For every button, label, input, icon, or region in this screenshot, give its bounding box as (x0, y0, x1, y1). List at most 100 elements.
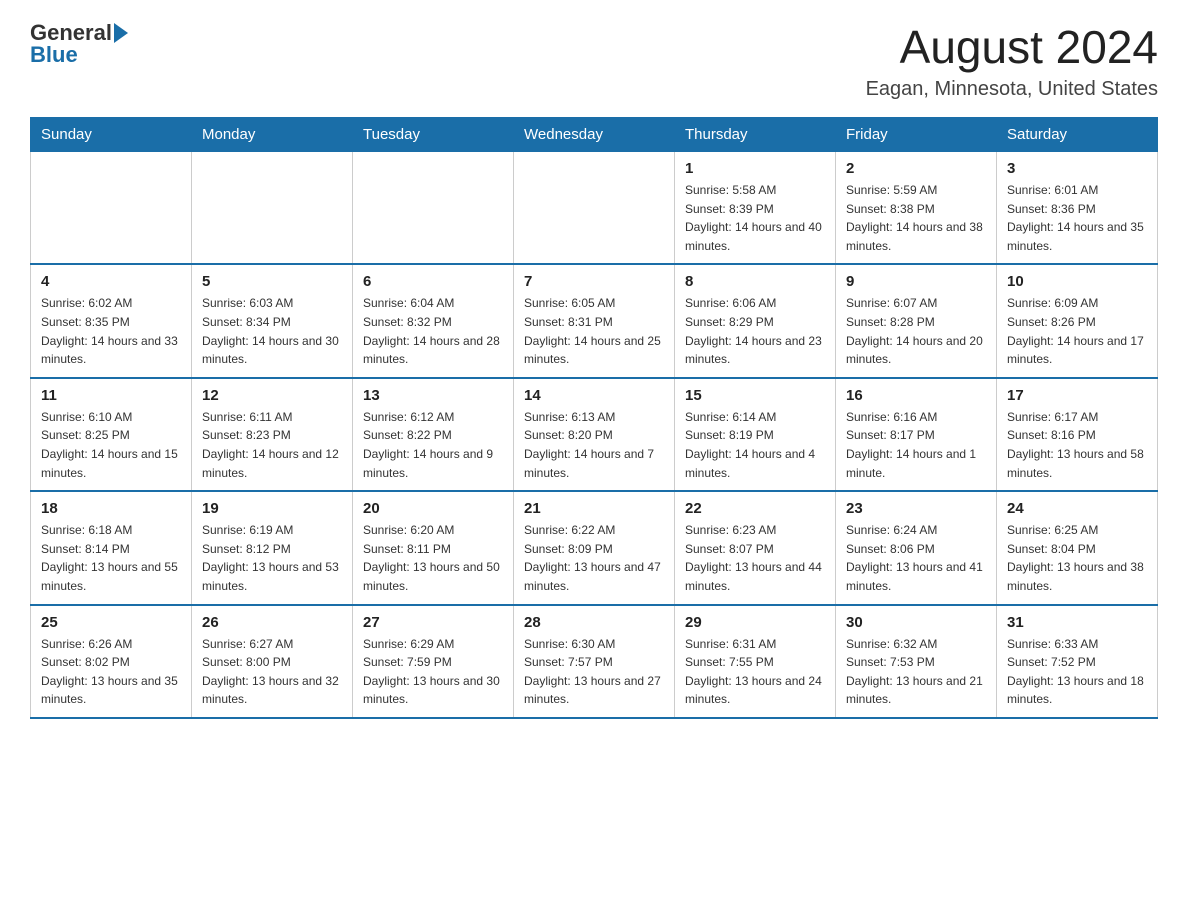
day-number: 25 (41, 614, 181, 631)
day-info: Sunrise: 6:06 AM Sunset: 8:29 PM Dayligh… (685, 294, 825, 368)
location-subtitle: Eagan, Minnesota, United States (866, 78, 1158, 101)
day-info: Sunrise: 6:14 AM Sunset: 8:19 PM Dayligh… (685, 408, 825, 482)
day-info: Sunrise: 6:09 AM Sunset: 8:26 PM Dayligh… (1007, 294, 1147, 368)
page-header: General Blue August 2024 Eagan, Minnesot… (30, 20, 1158, 101)
day-number: 6 (363, 273, 503, 290)
calendar-day-cell: 2Sunrise: 5:59 AM Sunset: 8:38 PM Daylig… (836, 152, 997, 265)
logo-arrow-icon (114, 23, 128, 43)
day-info: Sunrise: 6:29 AM Sunset: 7:59 PM Dayligh… (363, 635, 503, 709)
day-info: Sunrise: 6:13 AM Sunset: 8:20 PM Dayligh… (524, 408, 664, 482)
day-number: 1 (685, 160, 825, 177)
day-of-week-header: Thursday (675, 118, 836, 152)
calendar-day-cell: 30 Sunrise: 6:32 AM Sunset: 7:53 PM Dayli… (836, 605, 997, 718)
day-number: 31 (1007, 614, 1147, 631)
day-info: Sunrise: 6:30 AM Sunset: 7:57 PM Dayligh… (524, 635, 664, 709)
calendar-day-cell: 23Sunrise: 6:24 AM Sunset: 8:06 PM Dayli… (836, 491, 997, 604)
day-info: Sunrise: 6:02 AM Sunset: 8:35 PM Dayligh… (41, 294, 181, 368)
calendar-header-row: SundayMondayTuesdayWednesdayThursdayFrid… (31, 118, 1158, 152)
calendar-week-row: 11Sunrise: 6:10 AM Sunset: 8:25 PM Dayli… (31, 378, 1158, 491)
day-info: Sunrise: 6:33 AM Sunset: 7:52 PM Dayligh… (1007, 635, 1147, 709)
calendar-day-cell: 24Sunrise: 6:25 AM Sunset: 8:04 PM Dayli… (997, 491, 1158, 604)
day-info: Sunrise: 6:19 AM Sunset: 8:12 PM Dayligh… (202, 521, 342, 595)
calendar-day-cell: 26 Sunrise: 6:27 AM Sunset: 8:00 PM Dayli… (192, 605, 353, 718)
calendar-day-cell: 5 Sunrise: 6:03 AM Sunset: 8:34 PM Daylig… (192, 264, 353, 377)
calendar-day-cell: 17 Sunrise: 6:17 AM Sunset: 8:16 PM Dayli… (997, 378, 1158, 491)
day-number: 23 (846, 500, 986, 517)
calendar-day-cell: 4 Sunrise: 6:02 AM Sunset: 8:35 PM Daylig… (31, 264, 192, 377)
day-number: 7 (524, 273, 664, 290)
title-block: August 2024 Eagan, Minnesota, United Sta… (866, 20, 1158, 101)
calendar-week-row: 1 Sunrise: 5:58 AM Sunset: 8:39 PM Daylig… (31, 152, 1158, 265)
calendar-day-cell: 6 Sunrise: 6:04 AM Sunset: 8:32 PM Daylig… (353, 264, 514, 377)
day-info: Sunrise: 6:17 AM Sunset: 8:16 PM Dayligh… (1007, 408, 1147, 482)
day-number: 18 (41, 500, 181, 517)
calendar-day-cell: 9 Sunrise: 6:07 AM Sunset: 8:28 PM Daylig… (836, 264, 997, 377)
calendar-week-row: 25Sunrise: 6:26 AM Sunset: 8:02 PM Dayli… (31, 605, 1158, 718)
calendar-day-cell: 22 Sunrise: 6:23 AM Sunset: 8:07 PM Dayli… (675, 491, 836, 604)
calendar-week-row: 4 Sunrise: 6:02 AM Sunset: 8:35 PM Daylig… (31, 264, 1158, 377)
calendar-week-row: 18Sunrise: 6:18 AM Sunset: 8:14 PM Dayli… (31, 491, 1158, 604)
day-info: Sunrise: 6:16 AM Sunset: 8:17 PM Dayligh… (846, 408, 986, 482)
day-number: 14 (524, 387, 664, 404)
day-number: 13 (363, 387, 503, 404)
logo-blue-text: Blue (30, 42, 78, 68)
calendar-day-cell: 21 Sunrise: 6:22 AM Sunset: 8:09 PM Dayli… (514, 491, 675, 604)
day-info: Sunrise: 6:27 AM Sunset: 8:00 PM Dayligh… (202, 635, 342, 709)
day-number: 28 (524, 614, 664, 631)
day-info: Sunrise: 6:23 AM Sunset: 8:07 PM Dayligh… (685, 521, 825, 595)
day-info: Sunrise: 6:10 AM Sunset: 8:25 PM Dayligh… (41, 408, 181, 482)
day-of-week-header: Tuesday (353, 118, 514, 152)
day-info: Sunrise: 6:04 AM Sunset: 8:32 PM Dayligh… (363, 294, 503, 368)
day-number: 9 (846, 273, 986, 290)
month-year-title: August 2024 (866, 20, 1158, 74)
day-of-week-header: Friday (836, 118, 997, 152)
day-number: 10 (1007, 273, 1147, 290)
day-number: 20 (363, 500, 503, 517)
calendar-day-cell: 8 Sunrise: 6:06 AM Sunset: 8:29 PM Daylig… (675, 264, 836, 377)
calendar-day-cell: 14 Sunrise: 6:13 AM Sunset: 8:20 PM Dayli… (514, 378, 675, 491)
day-number: 27 (363, 614, 503, 631)
day-info: Sunrise: 6:12 AM Sunset: 8:22 PM Dayligh… (363, 408, 503, 482)
day-number: 29 (685, 614, 825, 631)
calendar-day-cell: 25Sunrise: 6:26 AM Sunset: 8:02 PM Dayli… (31, 605, 192, 718)
calendar-day-cell (514, 152, 675, 265)
day-number: 2 (846, 160, 986, 177)
day-info: Sunrise: 6:11 AM Sunset: 8:23 PM Dayligh… (202, 408, 342, 482)
calendar-day-cell (31, 152, 192, 265)
calendar-day-cell: 27 Sunrise: 6:29 AM Sunset: 7:59 PM Dayli… (353, 605, 514, 718)
calendar-day-cell: 12 Sunrise: 6:11 AM Sunset: 8:23 PM Dayli… (192, 378, 353, 491)
day-of-week-header: Wednesday (514, 118, 675, 152)
day-number: 17 (1007, 387, 1147, 404)
day-number: 4 (41, 273, 181, 290)
day-number: 26 (202, 614, 342, 631)
day-number: 30 (846, 614, 986, 631)
day-info: Sunrise: 6:03 AM Sunset: 8:34 PM Dayligh… (202, 294, 342, 368)
day-info: Sunrise: 6:32 AM Sunset: 7:53 PM Dayligh… (846, 635, 986, 709)
calendar-table: SundayMondayTuesdayWednesdayThursdayFrid… (30, 117, 1158, 719)
day-info: Sunrise: 6:31 AM Sunset: 7:55 PM Dayligh… (685, 635, 825, 709)
calendar-day-cell: 10 Sunrise: 6:09 AM Sunset: 8:26 PM Dayli… (997, 264, 1158, 377)
calendar-day-cell: 11Sunrise: 6:10 AM Sunset: 8:25 PM Dayli… (31, 378, 192, 491)
day-number: 16 (846, 387, 986, 404)
day-number: 8 (685, 273, 825, 290)
calendar-day-cell: 16 Sunrise: 6:16 AM Sunset: 8:17 PM Dayli… (836, 378, 997, 491)
calendar-day-cell: 7 Sunrise: 6:05 AM Sunset: 8:31 PM Daylig… (514, 264, 675, 377)
day-info: Sunrise: 6:25 AM Sunset: 8:04 PM Dayligh… (1007, 521, 1147, 595)
calendar-day-cell: 13 Sunrise: 6:12 AM Sunset: 8:22 PM Dayli… (353, 378, 514, 491)
calendar-day-cell (192, 152, 353, 265)
calendar-day-cell: 29 Sunrise: 6:31 AM Sunset: 7:55 PM Dayli… (675, 605, 836, 718)
day-number: 3 (1007, 160, 1147, 177)
day-of-week-header: Saturday (997, 118, 1158, 152)
calendar-day-cell: 18Sunrise: 6:18 AM Sunset: 8:14 PM Dayli… (31, 491, 192, 604)
day-info: Sunrise: 6:22 AM Sunset: 8:09 PM Dayligh… (524, 521, 664, 595)
day-number: 21 (524, 500, 664, 517)
day-info: Sunrise: 6:05 AM Sunset: 8:31 PM Dayligh… (524, 294, 664, 368)
day-number: 12 (202, 387, 342, 404)
calendar-day-cell: 19Sunrise: 6:19 AM Sunset: 8:12 PM Dayli… (192, 491, 353, 604)
day-info: Sunrise: 5:58 AM Sunset: 8:39 PM Dayligh… (685, 181, 825, 255)
calendar-day-cell: 28 Sunrise: 6:30 AM Sunset: 7:57 PM Dayli… (514, 605, 675, 718)
day-info: Sunrise: 6:07 AM Sunset: 8:28 PM Dayligh… (846, 294, 986, 368)
day-number: 22 (685, 500, 825, 517)
day-number: 5 (202, 273, 342, 290)
day-info: Sunrise: 6:01 AM Sunset: 8:36 PM Dayligh… (1007, 181, 1147, 255)
